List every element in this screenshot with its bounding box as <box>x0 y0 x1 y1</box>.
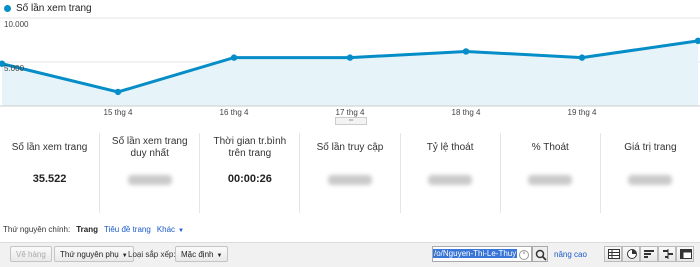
dimension-page[interactable]: Trang <box>76 225 98 234</box>
table-icon <box>608 249 620 259</box>
metric-label: % Thoát <box>531 142 569 153</box>
pie-icon <box>627 249 637 259</box>
x-tick-label: 17 thg 4 <box>335 108 365 117</box>
metric-value: 00:00:26 <box>227 173 272 185</box>
x-tick-label: 16 thg 4 <box>219 108 249 117</box>
line-chart: Số lần xem trang 10.000 5.000 15 thg 4 1… <box>0 0 700 125</box>
advanced-filter-link[interactable]: nâng cao <box>554 250 587 259</box>
comparison-view-button[interactable] <box>658 246 676 262</box>
metric-value-redacted <box>528 175 573 185</box>
plot-rows-button[interactable]: Vẽ hàng <box>10 246 52 262</box>
metric-value-redacted <box>327 175 372 185</box>
metric-label: Thời gian tr.bình trên trang <box>213 136 287 159</box>
metric-value: 35.522 <box>32 173 67 185</box>
data-point[interactable] <box>230 54 238 61</box>
data-point[interactable] <box>462 48 470 55</box>
table-view-button[interactable] <box>604 246 622 262</box>
x-tick-label: 15 thg 4 <box>103 108 133 117</box>
search-icon <box>535 249 547 261</box>
metric-visits[interactable]: Số lần truy cập <box>299 133 399 213</box>
metric-value-redacted <box>127 175 172 185</box>
search-input-value: /o/Nguyen-Thi-Le-Thuy <box>433 249 518 258</box>
data-point[interactable] <box>346 54 354 61</box>
metric-avg-time[interactable]: Thời gian tr.bình trên trang 00:00:26 <box>199 133 299 213</box>
pivot-view-button[interactable] <box>676 246 694 262</box>
x-tick-label: 18 thg 4 <box>451 108 481 117</box>
performance-view-button[interactable] <box>640 246 658 262</box>
chart-plot <box>0 17 700 107</box>
metric-pageviews[interactable]: Số lần xem trang 35.522 <box>0 133 99 213</box>
secondary-dimension-label: Thứ nguyên phụ <box>60 250 119 259</box>
pie-view-button[interactable] <box>622 246 640 262</box>
table-search-input[interactable]: /o/Nguyen-Thi-Le-Thuy × <box>432 246 532 262</box>
dimension-other[interactable]: Khác ▼ <box>157 225 184 234</box>
chevron-down-icon: ▼ <box>216 253 223 259</box>
y-tick-label: 5.000 <box>4 64 25 73</box>
x-tick-label: 19 thg 4 <box>567 108 597 117</box>
chart-resize-handle[interactable]: ═ <box>335 117 367 125</box>
sort-type-dropdown[interactable]: Mặc định ▼ <box>175 246 229 262</box>
metrics-summary: Số lần xem trang 35.522 Số lần xem trang… <box>0 133 700 213</box>
comparison-icon <box>663 249 673 259</box>
dimension-other-label: Khác <box>156 225 176 234</box>
y-tick-label: 10.000 <box>4 20 29 29</box>
metric-page-value[interactable]: Giá trị trang <box>599 133 700 213</box>
dimension-page-title[interactable]: Tiêu đề trang <box>104 225 151 234</box>
data-point[interactable] <box>578 54 586 61</box>
pivot-icon <box>680 249 692 259</box>
metric-label: Tỷ lệ thoát <box>426 142 474 153</box>
sort-type-label: Loại sắp xếp: <box>128 250 176 259</box>
chevron-down-icon: ▼ <box>178 228 184 234</box>
data-point[interactable] <box>114 88 122 96</box>
primary-dimension-row: Thứ nguyên chính: Trang Tiêu đề trang Kh… <box>3 225 184 234</box>
metric-label: Số lần xem trang <box>11 142 88 153</box>
clear-icon[interactable]: × <box>519 250 529 260</box>
metric-label: Số lần xem trang duy nhất <box>111 136 188 159</box>
chevron-down-icon: ▼ <box>121 253 128 259</box>
metric-label: Giá trị trang <box>624 142 677 153</box>
metric-value-redacted <box>628 175 673 185</box>
series-area <box>2 40 698 106</box>
performance-icon <box>644 250 654 258</box>
metric-bounce-rate[interactable]: Tỷ lệ thoát <box>399 133 500 213</box>
secondary-dimension-dropdown[interactable]: Thứ nguyên phụ ▼ <box>54 246 134 262</box>
primary-dimension-label: Thứ nguyên chính: <box>3 225 71 234</box>
metric-exit-rate[interactable]: % Thoát <box>499 133 600 213</box>
table-toolbar: Vẽ hàng Thứ nguyên phụ ▼ Loại sắp xếp: Mặ… <box>0 242 700 267</box>
sort-type-value: Mặc định <box>181 250 214 259</box>
metric-label: Số lần truy cập <box>316 142 384 153</box>
metric-unique-pageviews[interactable]: Số lần xem trang duy nhất <box>99 133 199 213</box>
metric-value-redacted <box>428 175 473 185</box>
search-button[interactable] <box>532 246 548 262</box>
